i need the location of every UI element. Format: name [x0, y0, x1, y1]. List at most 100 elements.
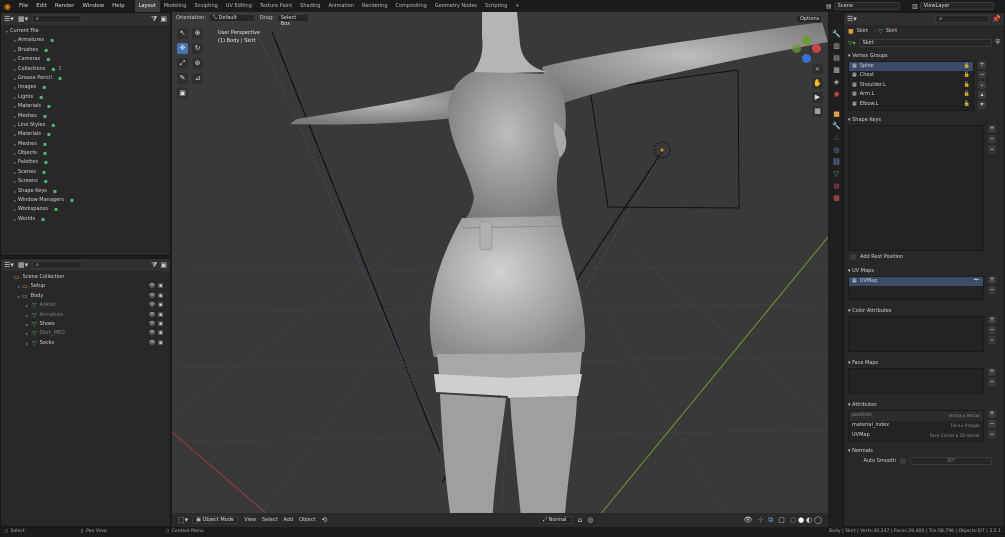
blend-tree-item[interactable]: ▸ Worlds ▪ [4, 215, 167, 224]
remove-face-map-button[interactable]: − [988, 378, 996, 386]
attribute-specials-button[interactable]: ⌄ [988, 430, 996, 438]
attributes-section[interactable]: ▾ Attributes [844, 400, 1004, 410]
lock-icon[interactable]: 🔓 [964, 100, 970, 109]
outliner-row[interactable]: ▸ ▽ Skirt_MEG 👁 ▣ [4, 329, 167, 338]
particles-tab-icon[interactable]: ∴ [834, 134, 838, 142]
menu-edit[interactable]: Edit [32, 0, 51, 12]
perspective-grid-icon[interactable]: ▦ [812, 106, 823, 117]
blend-tree-item[interactable]: ▸ Meshes ▪ [4, 112, 167, 121]
render-camera-icon[interactable]: ▣ [158, 339, 163, 348]
expand-arrow-icon[interactable]: ▸ [24, 301, 30, 310]
add-face-map-button[interactable]: + [988, 368, 996, 376]
blend-search-input[interactable]: ⌕ [32, 15, 82, 23]
gizmo-z-icon[interactable] [802, 54, 811, 63]
render-tab-icon[interactable]: ▥ [833, 42, 840, 50]
properties-editor-type-icon[interactable]: ☰▾ [847, 15, 861, 23]
object-tab-icon[interactable]: ■ [833, 110, 840, 118]
tab-modeling[interactable]: Modeling [160, 0, 191, 12]
uv-maps-section[interactable]: ▾ UV Maps [844, 266, 1004, 276]
select-tool-icon[interactable]: ↖ [177, 28, 188, 39]
physics-tab-icon[interactable]: ◎ [833, 146, 839, 154]
tab-uv-editing[interactable]: UV Editing [222, 0, 256, 12]
vertex-group-item[interactable]: ▦ Arm.L 🔓 [849, 90, 973, 99]
blend-tree-item[interactable]: ▸ Window Managers ▪ [4, 196, 167, 205]
blend-tree-item[interactable]: ▸ Shape Keys ▪ [4, 187, 167, 196]
lock-icon[interactable]: 🔓 [964, 71, 970, 80]
tab-shading[interactable]: Shading [296, 0, 324, 12]
color-attribute-specials-button[interactable]: ⌄ [988, 336, 996, 344]
scene-tab-icon[interactable]: ◈ [834, 78, 839, 86]
add-workspace-button[interactable]: + [511, 0, 523, 12]
blend-tree-item[interactable]: ▸ Workspaces ▪ [4, 205, 167, 214]
remove-shape-key-button[interactable]: − [988, 135, 996, 143]
color-attributes-section[interactable]: ▾ Color Attributes [844, 306, 1004, 316]
scene-name-field[interactable]: Scene [833, 2, 900, 10]
outliner-row[interactable]: ▸ ▽ Anklet 👁 ▣ [4, 301, 167, 310]
tab-layout[interactable]: Layout [134, 0, 160, 12]
shape-keys-section[interactable]: ▾ Shape Keys [844, 115, 1004, 125]
tree-root[interactable]: ▾ Current File [4, 27, 167, 36]
add-color-attribute-button[interactable]: + [988, 316, 996, 324]
tab-texture-paint[interactable]: Texture Paint [256, 0, 296, 12]
expand-arrow-icon[interactable]: ▸ [24, 320, 30, 329]
shading-material-icon[interactable]: ◐ [806, 516, 812, 524]
tab-sculpting[interactable]: Sculpting [190, 0, 221, 12]
add-rest-position-checkbox[interactable] [850, 254, 856, 260]
fake-user-icon[interactable]: ⛨ [995, 39, 1000, 47]
gizmo-y-icon[interactable] [802, 36, 811, 45]
editor-type-3d-icon[interactable]: ⬚▾ [178, 516, 188, 524]
outliner-row[interactable]: ▭ Scene Collection [4, 273, 167, 282]
uv-map-item[interactable]: ▦ UVMap 📷 [849, 277, 983, 287]
menu-view[interactable]: View [244, 517, 256, 523]
mode-dropdown[interactable]: ▣ Object Mode [192, 516, 239, 524]
outliner-row[interactable]: ▸ ▽ Socks 👁 ▣ [4, 339, 167, 348]
orientation-dropdown[interactable]: ⤡ Default [208, 14, 255, 22]
gizmo-toggle-icon[interactable]: ⊹ [757, 516, 763, 524]
mesh-data-name-field[interactable]: Skirt [858, 39, 993, 47]
material-tab-icon[interactable]: ◍ [833, 182, 839, 190]
visibility-eye-icon[interactable]: 👁 [149, 339, 155, 348]
new-collection-icon[interactable]: ▣ [160, 261, 167, 269]
options-dropdown[interactable]: Options [796, 15, 822, 23]
blend-tree-item[interactable]: ▸ Materials ▪ [4, 102, 167, 111]
menu-add[interactable]: Add [283, 517, 293, 523]
render-camera-icon[interactable]: ▣ [158, 311, 163, 320]
rotate-tool-icon[interactable]: ↻ [192, 43, 203, 54]
face-maps-list[interactable] [848, 368, 984, 394]
blend-tree-item[interactable]: ▸ Meshes ▪ [4, 140, 167, 149]
blend-tree-item[interactable]: ▸ Cameras ▪ [4, 55, 167, 64]
scene-selector[interactable]: ▤ Scene [826, 2, 900, 10]
scale-tool-icon[interactable]: ⤢ [177, 58, 188, 69]
pan-hand-icon[interactable]: ✋ [812, 78, 823, 89]
visibility-eye-icon[interactable]: 👁 [149, 301, 155, 310]
shading-wire-icon[interactable]: ◌ [790, 516, 796, 524]
vertex-groups-list[interactable]: ▦ Spine 🔓 ▦ Chest 🔓 ▦ Shoulder.L 🔓 ▦ Arm.L 🔓 ▦ Elbow.… [848, 61, 974, 111]
render-camera-icon[interactable]: ▣ [158, 329, 163, 338]
drag-dropdown[interactable]: Select Box [276, 14, 309, 27]
auto-smooth-checkbox[interactable] [900, 458, 906, 464]
data-tab-icon[interactable]: ▽ [834, 170, 839, 178]
pin-icon[interactable]: 📌 [992, 15, 1001, 23]
move-down-button[interactable]: ▾ [978, 101, 986, 109]
blend-tree-item[interactable]: ▸ Line Styles ▪ [4, 121, 167, 130]
mesh-data-icon[interactable]: ▽▾ [848, 40, 856, 47]
shading-solid-icon[interactable]: ● [798, 516, 804, 524]
tab-animation[interactable]: Animation [324, 0, 358, 12]
attributes-list[interactable]: position Vertex ▸ Vector material_index Fac… [848, 410, 984, 442]
snap-icon[interactable]: ⌂ [578, 516, 582, 524]
color-attributes-list[interactable] [848, 316, 984, 352]
blend-tree-item[interactable]: ▸ Armatures ▪ [4, 36, 167, 45]
shading-dropdown[interactable]: ⤢ Normal [538, 516, 573, 524]
remove-color-attribute-button[interactable]: − [988, 326, 996, 334]
outliner-editor-type-icon[interactable]: ☰▾ [4, 261, 18, 269]
blend-tree-item[interactable]: ▸ Brushes ▪ [4, 46, 167, 55]
outliner-row[interactable]: ▸ ▽ Armature 👁 ▣ [4, 311, 167, 320]
menu-file[interactable]: File [15, 0, 32, 12]
blend-tree-item[interactable]: ▸ Palettes ▪ [4, 158, 167, 167]
face-maps-section[interactable]: ▾ Face Maps [844, 358, 1004, 368]
lock-icon[interactable]: 🔓 [964, 81, 970, 90]
outliner-row[interactable]: ▸ ▽ Shoes 👁 ▣ [4, 320, 167, 329]
visibility-eye-icon[interactable]: 👁 [149, 292, 155, 301]
add-cube-tool-icon[interactable]: ▣ [177, 88, 188, 99]
lock-icon[interactable]: 🔓 [964, 90, 970, 99]
